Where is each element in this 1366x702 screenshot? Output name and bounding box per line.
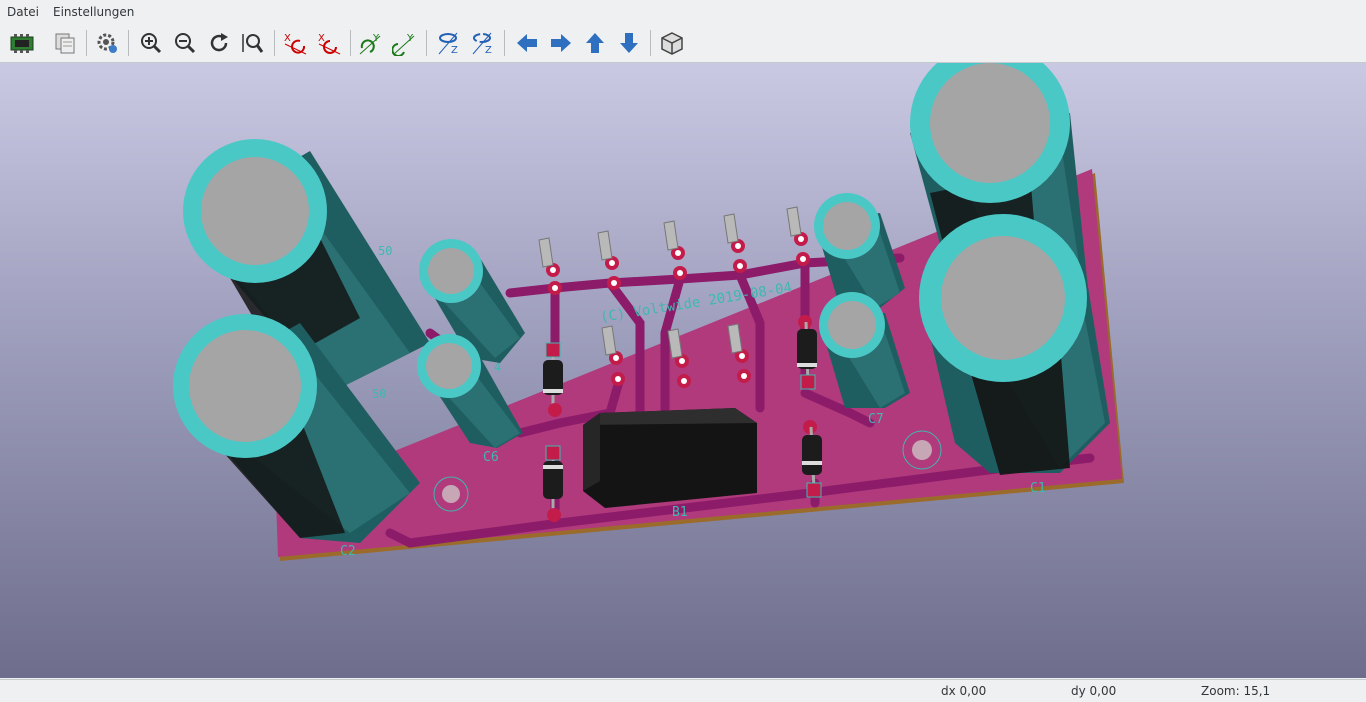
redraw-icon[interactable] — [205, 29, 233, 57]
zoom-in-icon[interactable] — [137, 29, 165, 57]
ref-c7: C7 — [868, 412, 884, 427]
menu-bar: Datei Einstellungen — [0, 0, 1366, 24]
ortho-view-icon[interactable] — [658, 29, 686, 57]
toolbar-separator — [650, 30, 651, 56]
ref-c50a: 50 — [378, 244, 392, 258]
svg-text:Z: Z — [485, 45, 492, 56]
move-right-icon[interactable] — [547, 29, 575, 57]
move-left-icon[interactable] — [513, 29, 541, 57]
ref-b1: B1 — [672, 505, 688, 520]
ref-c50b: 50 — [372, 387, 386, 401]
settings-icon[interactable] — [93, 29, 121, 57]
rotate-y-cw-icon[interactable]: Y — [357, 29, 385, 57]
rotate-x-cw-icon[interactable]: X — [281, 29, 309, 57]
ref-c6: C6 — [483, 450, 499, 465]
status-dx: dx 0,00 — [941, 684, 987, 698]
toolbar: X X Y Y Z Z — [0, 24, 1366, 63]
rotate-x-ccw-icon[interactable]: X — [315, 29, 343, 57]
rotate-z-ccw-icon[interactable]: Z — [469, 29, 497, 57]
toolbar-separator — [86, 30, 87, 56]
svg-text:X: X — [318, 33, 325, 44]
move-up-icon[interactable] — [581, 29, 609, 57]
ref-c2: C2 — [340, 544, 356, 559]
toolbar-separator — [350, 30, 351, 56]
menu-settings[interactable]: Einstellungen — [46, 0, 141, 24]
status-dy: dy 0,00 — [1071, 684, 1117, 698]
rotate-y-ccw-icon[interactable]: Y — [391, 29, 419, 57]
zoom-fit-icon[interactable] — [239, 29, 267, 57]
3d-viewport[interactable]: (C) Voltwide 2019-08-04 B1 C1 C2 C6 C7 4… — [0, 63, 1366, 678]
toolbar-separator — [128, 30, 129, 56]
copy-image-icon[interactable] — [51, 29, 79, 57]
status-bar: dx 0,00 dy 0,00 Zoom: 15,1 — [0, 679, 1366, 702]
toolbar-separator — [426, 30, 427, 56]
toolbar-separator — [274, 30, 275, 56]
zoom-out-icon[interactable] — [171, 29, 199, 57]
ref-c1: C1 — [1030, 481, 1046, 496]
status-zoom: Zoom: 15,1 — [1201, 684, 1271, 698]
render-icon[interactable] — [8, 29, 36, 57]
bridge-rectifier-b1 — [583, 408, 757, 508]
pcb-scene: (C) Voltwide 2019-08-04 B1 C1 C2 C6 C7 4… — [173, 63, 1124, 561]
rotate-z-cw-icon[interactable]: Z — [435, 29, 463, 57]
move-down-icon[interactable] — [615, 29, 643, 57]
svg-text:Z: Z — [451, 45, 458, 56]
toolbar-separator — [504, 30, 505, 56]
menu-file[interactable]: Datei — [0, 0, 46, 24]
svg-text:X: X — [284, 33, 291, 44]
